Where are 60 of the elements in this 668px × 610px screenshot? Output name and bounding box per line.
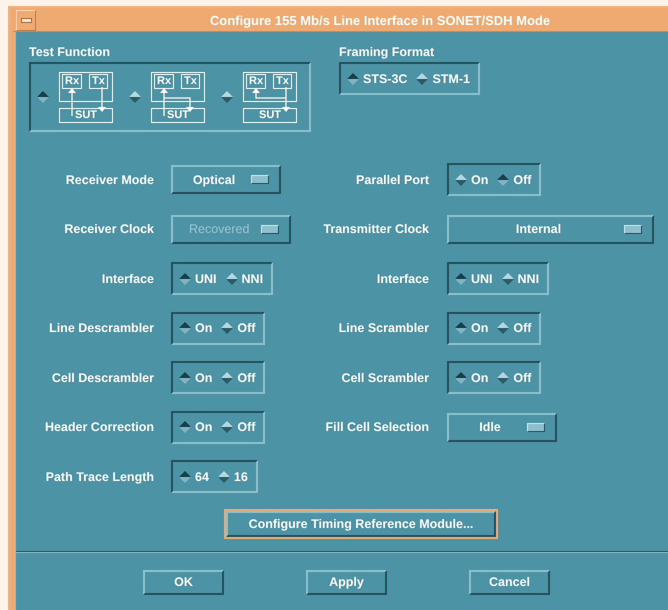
option-menu[interactable]: Idle <box>447 412 557 442</box>
rx-label: Rx <box>154 74 174 89</box>
device-frame <box>151 72 205 102</box>
radio-option[interactable]: Off <box>221 370 256 385</box>
tx-label: Tx <box>89 74 108 89</box>
radio-option[interactable]: On <box>455 172 488 187</box>
radio-option[interactable]: Off <box>497 172 532 187</box>
dialog-button[interactable]: Apply <box>306 570 387 594</box>
menu-indicator-icon <box>251 175 269 184</box>
window-title: Configure 155 Mb/s Line Interface in SONET/SDH Mode <box>208 12 552 28</box>
dialog-button[interactable]: Cancel <box>469 570 550 594</box>
device-frame <box>59 72 113 102</box>
radio-option[interactable]: Off <box>497 370 532 385</box>
menu-indicator-icon <box>624 224 642 234</box>
radio-option[interactable]: 64 <box>179 470 209 484</box>
rx-label: Rx <box>62 74 82 89</box>
device-frame <box>243 72 297 102</box>
radio-option[interactable]: NNI <box>226 272 264 286</box>
option-menu[interactable]: Optical <box>171 165 281 194</box>
radio-option[interactable]: STM-1 <box>416 72 470 86</box>
field-label: Line Scrambler <box>338 321 430 336</box>
radio-option[interactable]: Off <box>497 321 532 336</box>
radio-option[interactable]: NNI <box>502 272 540 286</box>
radio-option[interactable]: Rx Tx SUT <box>221 72 299 122</box>
field-label: Fill Cell Selection <box>326 420 430 434</box>
option-menu[interactable]: Internal <box>447 214 654 244</box>
tx-label: Tx <box>273 74 292 89</box>
radio-option[interactable]: On <box>455 370 488 385</box>
radio-option[interactable]: Off <box>221 420 256 434</box>
radio-option[interactable]: STS-3C <box>347 72 408 86</box>
radio-option[interactable]: On <box>455 321 488 336</box>
radio-option[interactable]: 16 <box>218 470 248 484</box>
menu-indicator-icon <box>527 422 545 432</box>
field-label: Line Descrambler <box>49 321 155 336</box>
window-menu-button[interactable] <box>16 10 36 30</box>
radio-option[interactable]: On <box>179 420 212 434</box>
menu-indicator-icon <box>261 224 280 234</box>
field-label: Interface <box>102 272 155 286</box>
field-label: Path Trace Length <box>46 470 155 484</box>
radio-option[interactable]: Off <box>221 321 256 336</box>
field-label: Header Correction <box>44 420 155 434</box>
field-label: Parallel Port <box>356 172 430 187</box>
group-label: Test Function <box>29 45 112 59</box>
field-label: Cell Descrambler <box>52 370 155 385</box>
field-label: Interface <box>376 272 430 286</box>
field-label: Receiver Clock <box>64 222 155 236</box>
field-label: Cell Scrambler <box>341 370 430 385</box>
field-label: Transmitter Clock <box>323 222 430 236</box>
tx-label: Tx <box>181 74 200 89</box>
radio-option[interactable]: On <box>179 370 212 385</box>
rx-label: Rx <box>246 74 266 89</box>
radio-option[interactable]: Rx Tx SUT <box>129 72 207 122</box>
field-label: Receiver Mode <box>66 172 155 187</box>
radio-option[interactable]: On <box>179 321 212 336</box>
configure-timing-button[interactable]: Configure Timing Reference Module... <box>226 510 496 536</box>
radio-option[interactable]: UNI <box>179 272 217 286</box>
dialog-button[interactable]: OK <box>143 570 224 594</box>
radio-option[interactable]: Rx Tx SUT <box>37 72 115 122</box>
radio-option[interactable]: UNI <box>455 272 493 286</box>
group-label: Framing Format <box>339 45 436 59</box>
